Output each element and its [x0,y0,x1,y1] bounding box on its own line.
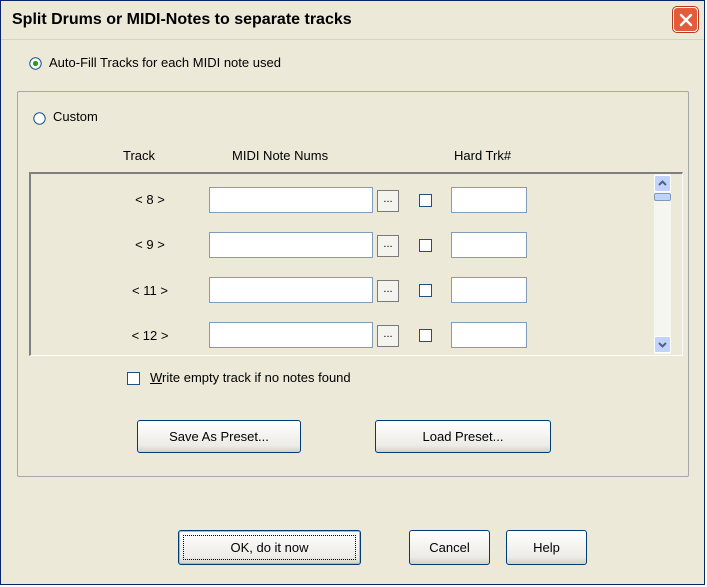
midi-notes-input-row-1[interactable] [209,187,373,213]
hard-track-input-row-1[interactable] [451,187,527,213]
write-empty-track-label[interactable]: Write empty track if no notes found [150,370,351,385]
scroll-up-button[interactable] [654,175,671,192]
hard-track-checkbox-row-3[interactable] [419,284,432,297]
track-label-row-2: < 9 > [135,237,165,252]
dialog-window: Split Drums or MIDI-Notes to separate tr… [0,0,705,585]
auto-fill-label[interactable]: Auto-Fill Tracks for each MIDI note used [49,55,281,70]
column-header-hard-trk: Hard Trk# [454,148,512,163]
hard-track-input-row-2[interactable] [451,232,527,258]
close-button[interactable] [673,7,698,32]
custom-radio[interactable] [33,112,46,125]
chevron-down-icon [658,342,667,348]
browse-notes-button-row-1[interactable]: ... [377,190,399,212]
hard-track-input-row-3[interactable] [451,277,527,303]
save-as-preset-button[interactable]: Save As Preset... [137,420,301,453]
browse-notes-button-row-4[interactable]: ... [377,325,399,347]
auto-fill-radio[interactable] [29,57,42,70]
column-header-midi-note-nums: MIDI Note Nums [232,148,329,163]
help-button[interactable]: Help [506,530,587,565]
scroll-down-button[interactable] [654,336,671,353]
hard-track-checkbox-row-4[interactable] [419,329,432,342]
hard-track-checkbox-row-1[interactable] [419,194,432,207]
track-label-row-4: < 12 > [131,328,169,343]
title-bar[interactable]: Split Drums or MIDI-Notes to separate tr… [1,1,704,40]
custom-label[interactable]: Custom [53,109,98,124]
load-preset-button[interactable]: Load Preset... [375,420,551,453]
browse-notes-button-row-3[interactable]: ... [377,280,399,302]
close-icon [679,13,693,27]
write-empty-track-mnemonic: W [150,370,163,385]
track-list-scrollbar[interactable] [654,174,671,354]
track-label-row-3: < 11 > [132,283,168,298]
scroll-thumb[interactable] [654,193,671,201]
dialog-title: Split Drums or MIDI-Notes to separate tr… [12,11,352,28]
hard-track-checkbox-row-2[interactable] [419,239,432,252]
track-label-row-1: < 8 > [135,192,165,207]
ok-button-focus-rect [183,535,356,560]
column-header-track: Track [123,148,156,163]
write-empty-track-checkbox[interactable] [127,372,140,385]
midi-notes-input-row-3[interactable] [209,277,373,303]
hard-track-input-row-4[interactable] [451,322,527,348]
write-empty-track-label-text: rite empty track if no notes found [162,370,351,385]
browse-notes-button-row-2[interactable]: ... [377,235,399,257]
midi-notes-input-row-4[interactable] [209,322,373,348]
chevron-up-icon [658,180,667,186]
cancel-button[interactable]: Cancel [409,530,490,565]
midi-notes-input-row-2[interactable] [209,232,373,258]
